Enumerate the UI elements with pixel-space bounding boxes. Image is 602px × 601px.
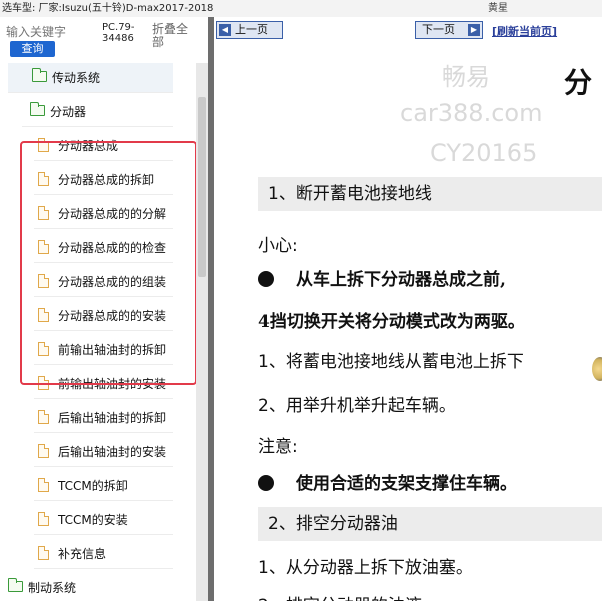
tree-item-rear-seal-installation[interactable]: 后输出轴油封的安装	[34, 437, 173, 467]
tree-item-label: 分动器	[50, 105, 87, 119]
tree-item-label: 分动器总成的的安装	[58, 309, 167, 323]
folder-icon	[29, 102, 45, 116]
prev-page-button[interactable]: ◀ 上一页	[216, 21, 283, 39]
tree-item-tccm-installation[interactable]: TCCM的安装	[34, 505, 173, 535]
tree-item-front-seal-installation[interactable]: 前输出轴油封的安装	[34, 369, 173, 399]
step-text: 2、用举升机举升起车辆。	[258, 396, 456, 416]
watermark-text: car388.com	[400, 99, 543, 127]
tree-item-transfer-case-disassembly[interactable]: 分动器总成的的分解	[34, 199, 173, 229]
search-row: 查询 PC.79-34486 折叠全部	[0, 17, 208, 63]
tree-item-brake-system[interactable]: 制动系统	[4, 573, 173, 601]
next-page-label: 下一页	[422, 23, 455, 36]
step-text: 2、排空分动器的油液	[258, 591, 422, 601]
query-button[interactable]: 查询	[10, 41, 55, 57]
section-heading: 2、排空分动器油	[258, 507, 602, 541]
tree-item-transfer-case-installation[interactable]: 分动器总成的的安装	[34, 301, 173, 331]
note-text: 使用合适的支架支撑住车辆。	[296, 474, 517, 494]
section-heading: 1、断开蓄电池接地线	[258, 177, 602, 211]
document-icon	[38, 478, 49, 492]
watermark-text: CY20165	[430, 139, 538, 167]
vehicle-info-bar: 选车型: 厂家:Isuzu(五十铃)D-max2017-2018 黄星	[0, 0, 602, 17]
tree-item-label: TCCM的安装	[58, 513, 128, 527]
step-text: 1、从分动器上拆下放油塞。	[258, 558, 473, 578]
tree-item-transfer-case-inspection[interactable]: 分动器总成的的检查	[34, 233, 173, 263]
collapse-all-button[interactable]: 折叠全部	[152, 23, 192, 49]
caution-text: 从车上拆下分动器总成之前,	[296, 270, 506, 290]
tree-item-supplementary-info[interactable]: 补充信息	[34, 539, 173, 569]
tree-item-label: 后输出轴油封的安装	[58, 445, 167, 459]
cursor-glow	[592, 357, 602, 381]
tree-item-transfer-case[interactable]: 分动器	[22, 97, 173, 127]
caution-line: 从车上拆下分动器总成之前,	[258, 265, 506, 290]
document-icon	[38, 172, 49, 186]
tree-item-label: 制动系统	[28, 581, 77, 595]
document-icon	[38, 444, 49, 458]
watermark-text: 畅易	[442, 63, 490, 91]
document-icon	[38, 512, 49, 526]
note-line: 使用合适的支架支撑住车辆。	[258, 469, 517, 494]
document-icon	[38, 376, 49, 390]
document-title: 分	[564, 66, 593, 99]
tree-item-label: 分动器总成的拆卸	[58, 173, 155, 187]
vehicle-model-text: 选车型: 厂家:Isuzu(五十铃)D-max2017-2018	[2, 3, 214, 14]
document-icon	[38, 138, 49, 152]
tree-item-transmission-system[interactable]: 传动系统	[8, 63, 173, 93]
tree-item-label: 分动器总成的的检查	[58, 241, 167, 255]
document-icon	[38, 546, 49, 560]
tree-item-label: 补充信息	[58, 547, 107, 561]
arrow-right-icon: ▶	[468, 24, 480, 36]
document-icon	[38, 342, 49, 356]
tree-item-label: 分动器总成的的分解	[58, 207, 167, 221]
document-icon	[38, 410, 49, 424]
tree-item-front-seal-removal[interactable]: 前输出轴油封的拆卸	[34, 335, 173, 365]
tree-item-transfer-case-removal[interactable]: 分动器总成的拆卸	[34, 165, 173, 195]
tree-item-label: 分动器总成的的组装	[58, 275, 167, 289]
caution-line-2: 4挡切换开关将分动模式改为两驱。	[258, 312, 525, 332]
bullet-icon	[258, 475, 274, 491]
tree-item-transfer-case-assembly[interactable]: 分动器总成	[34, 131, 173, 161]
caution-label: 小心:	[258, 236, 298, 256]
document-icon	[38, 308, 49, 322]
next-page-button[interactable]: 下一页 ▶	[415, 21, 483, 39]
document-icon	[38, 240, 49, 254]
tree-item-rear-seal-removal[interactable]: 后输出轴油封的拆卸	[34, 403, 173, 433]
folder-icon	[7, 578, 23, 592]
document-icon	[38, 206, 49, 220]
tree-item-transfer-case-reassembly[interactable]: 分动器总成的的组装	[34, 267, 173, 297]
arrow-left-icon: ◀	[219, 24, 231, 36]
prev-page-label: 上一页	[235, 23, 268, 36]
tree-item-label: 前输出轴油封的安装	[58, 377, 167, 391]
tree-scrollbar-thumb[interactable]	[198, 97, 206, 277]
left-panel: 查询 PC.79-34486 折叠全部 传动系统 分动器 分动器总成 分动器总成…	[0, 17, 208, 601]
section-tree: 传动系统 分动器 分动器总成 分动器总成的拆卸 分动器总成的的分解 分动器总成的…	[0, 63, 197, 601]
tree-item-label: 传动系统	[52, 71, 101, 85]
document-icon	[38, 274, 49, 288]
search-input[interactable]	[6, 23, 92, 41]
tree-item-label: TCCM的拆卸	[58, 479, 128, 493]
topbar-right-fragment: 黄星	[488, 3, 508, 14]
note-label: 注意:	[258, 437, 298, 457]
pc-code-label: PC.79-34486	[102, 22, 135, 44]
tree-item-label: 前输出轴油封的拆卸	[58, 343, 167, 357]
tree-item-tccm-removal[interactable]: TCCM的拆卸	[34, 471, 173, 501]
folder-icon	[31, 68, 47, 82]
step-text: 1、将蓄电池接地线从蓄电池上拆下	[258, 352, 524, 372]
bullet-icon	[258, 271, 274, 287]
tree-item-label: 分动器总成	[58, 139, 119, 153]
content-panel: ◀ 上一页 下一页 ▶ [刷新当前页] 分 畅易 car388.com CY20…	[214, 17, 602, 601]
refresh-page-link[interactable]: [刷新当前页]	[492, 23, 557, 39]
tree-item-label: 后输出轴油封的拆卸	[58, 411, 167, 425]
